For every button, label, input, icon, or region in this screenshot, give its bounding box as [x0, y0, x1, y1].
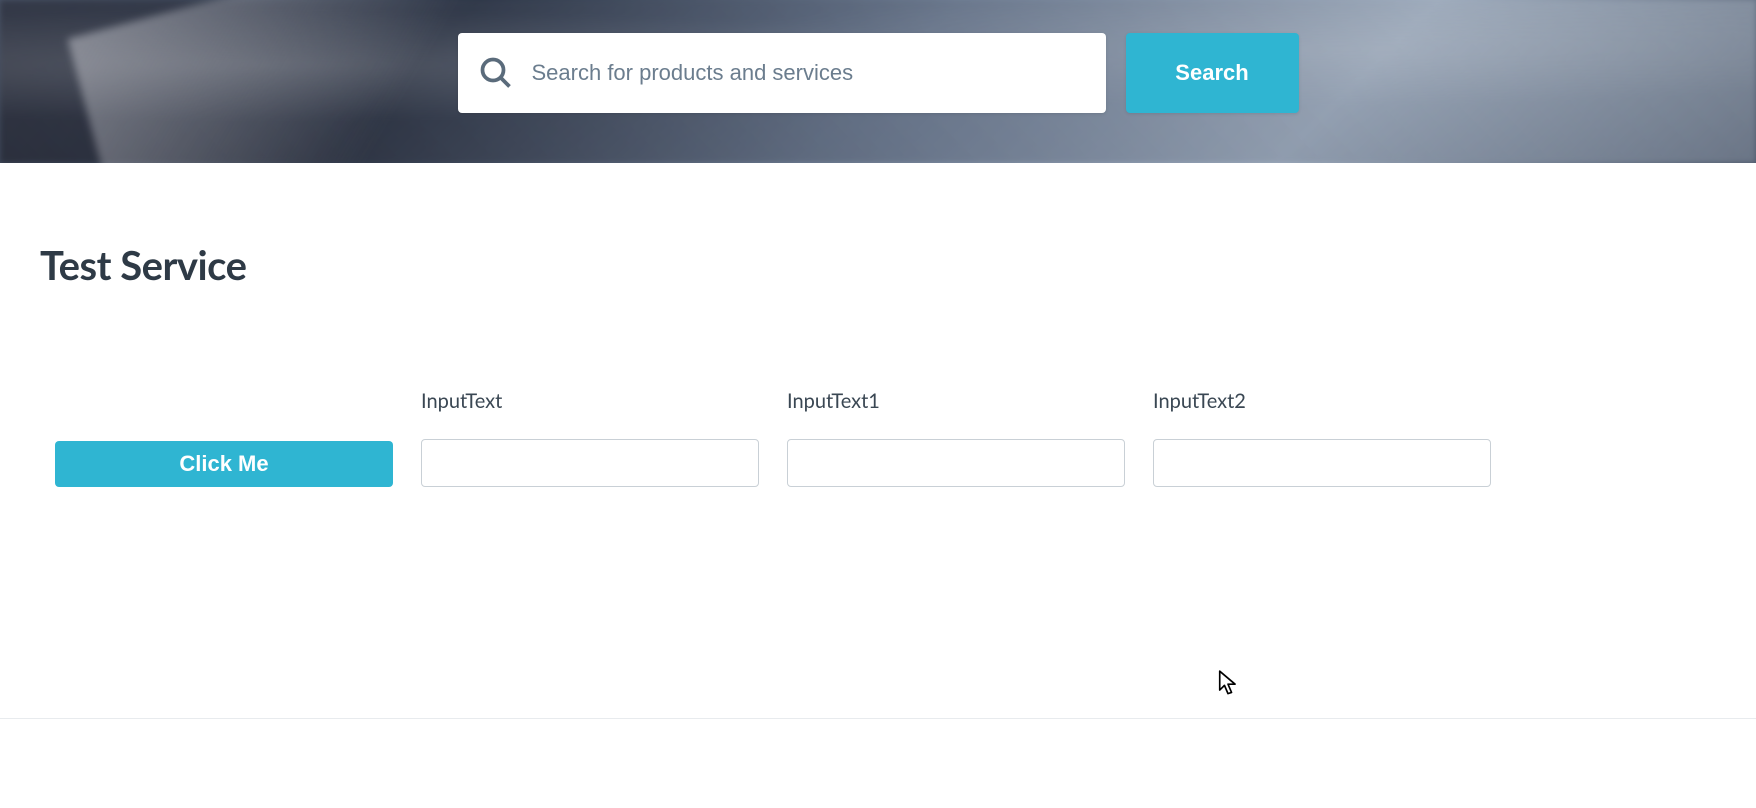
search-container: Search [458, 33, 1299, 113]
inputtext2-field[interactable] [1153, 439, 1491, 487]
search-button[interactable]: Search [1126, 33, 1299, 113]
field-label: InputText [421, 389, 759, 413]
inputtext-field[interactable] [421, 439, 759, 487]
click-me-button[interactable]: Click Me [55, 441, 393, 487]
page-divider [0, 718, 1756, 719]
cursor-icon [1218, 670, 1238, 700]
form-row: Click Me InputText InputText1 InputText2 [40, 389, 1716, 487]
inputtext1-field[interactable] [787, 439, 1125, 487]
search-box [458, 33, 1106, 113]
form-field-inputtext: InputText [421, 389, 759, 487]
field-label: InputText2 [1153, 389, 1491, 413]
main-content: Test Service Click Me InputText InputTex… [0, 163, 1756, 487]
page-title: Test Service [40, 241, 1716, 289]
hero-banner: Search [0, 0, 1756, 163]
search-input[interactable] [532, 60, 1086, 86]
search-icon [478, 55, 514, 91]
field-label: InputText1 [787, 389, 1125, 413]
form-field-inputtext1: InputText1 [787, 389, 1125, 487]
form-field-inputtext2: InputText2 [1153, 389, 1491, 487]
